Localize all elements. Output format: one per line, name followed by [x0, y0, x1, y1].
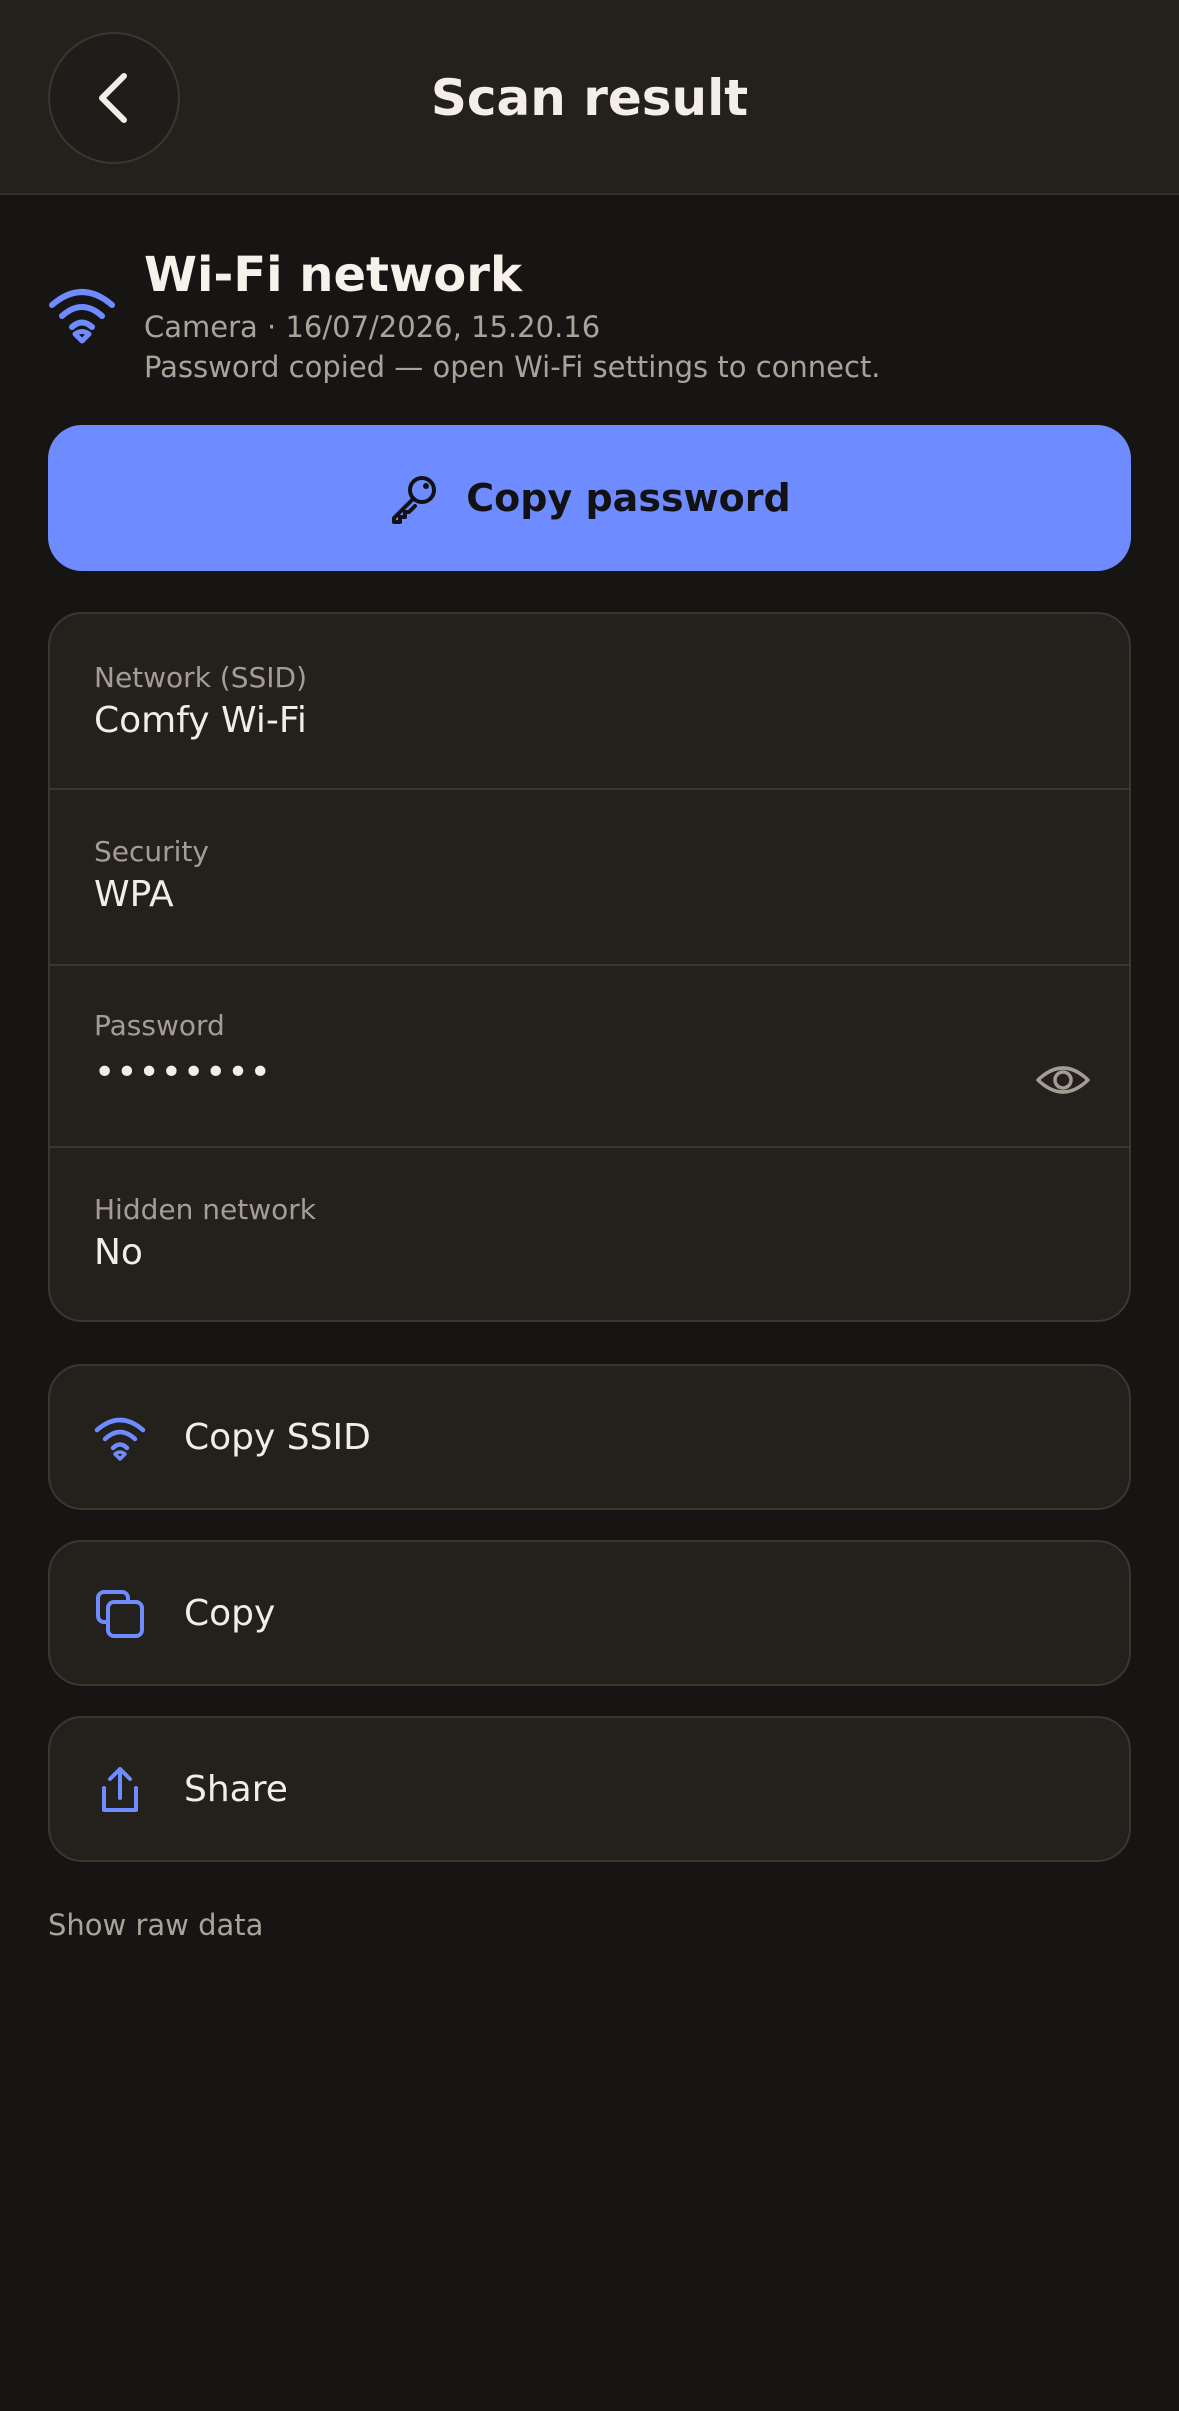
detail-row-password: Password ••••••••	[50, 966, 1129, 1148]
detail-row-security: Security WPA	[50, 790, 1129, 966]
result-type-title: Wi-Fi network	[144, 247, 522, 303]
detail-value: No	[94, 1232, 143, 1273]
share-label: Share	[184, 1769, 288, 1810]
copy-icon	[96, 1590, 144, 1638]
copy-ssid-button[interactable]: Copy SSID	[48, 1364, 1131, 1510]
status-note: Password copied — open Wi-Fi settings to…	[144, 350, 881, 384]
wifi-details-card: Network (SSID) Comfy Wi-Fi Security WPA …	[48, 612, 1131, 1322]
eye-icon[interactable]	[1035, 1060, 1091, 1100]
detail-label: Hidden network	[94, 1193, 316, 1226]
copy-label: Copy	[184, 1593, 276, 1634]
copy-button[interactable]: Copy	[48, 1540, 1131, 1686]
share-icon	[102, 1767, 138, 1812]
detail-row-ssid: Network (SSID) Comfy Wi-Fi	[50, 614, 1129, 790]
wifi-icon	[94, 1417, 146, 1461]
detail-label: Password	[94, 1009, 225, 1042]
show-raw-data-link[interactable]: Show raw data	[48, 1906, 263, 1944]
password-value-masked: ••••••••	[94, 1052, 272, 1093]
wifi-icon	[49, 289, 115, 344]
scan-result-screen: Scan result Wi-Fi network Camera · 16/07…	[0, 0, 1179, 2411]
page-title: Scan result	[430, 69, 749, 127]
detail-row-hidden: Hidden network No	[50, 1148, 1129, 1320]
scan-summary: Wi-Fi network Camera · 16/07/2026, 15.20…	[48, 245, 1131, 385]
detail-value: WPA	[94, 874, 174, 915]
scan-meta: Camera · 16/07/2026, 15.20.16	[144, 310, 601, 344]
copy-password-label: Copy password	[466, 476, 791, 520]
copy-password-button[interactable]: Copy password	[48, 425, 1131, 571]
detail-value: Comfy Wi-Fi	[94, 700, 307, 741]
share-button[interactable]: Share	[48, 1716, 1131, 1862]
key-icon	[392, 476, 437, 524]
copy-ssid-label: Copy SSID	[184, 1417, 371, 1458]
top-app-bar: Scan result	[0, 0, 1179, 195]
detail-label: Network (SSID)	[94, 661, 308, 694]
detail-label: Security	[94, 835, 209, 868]
